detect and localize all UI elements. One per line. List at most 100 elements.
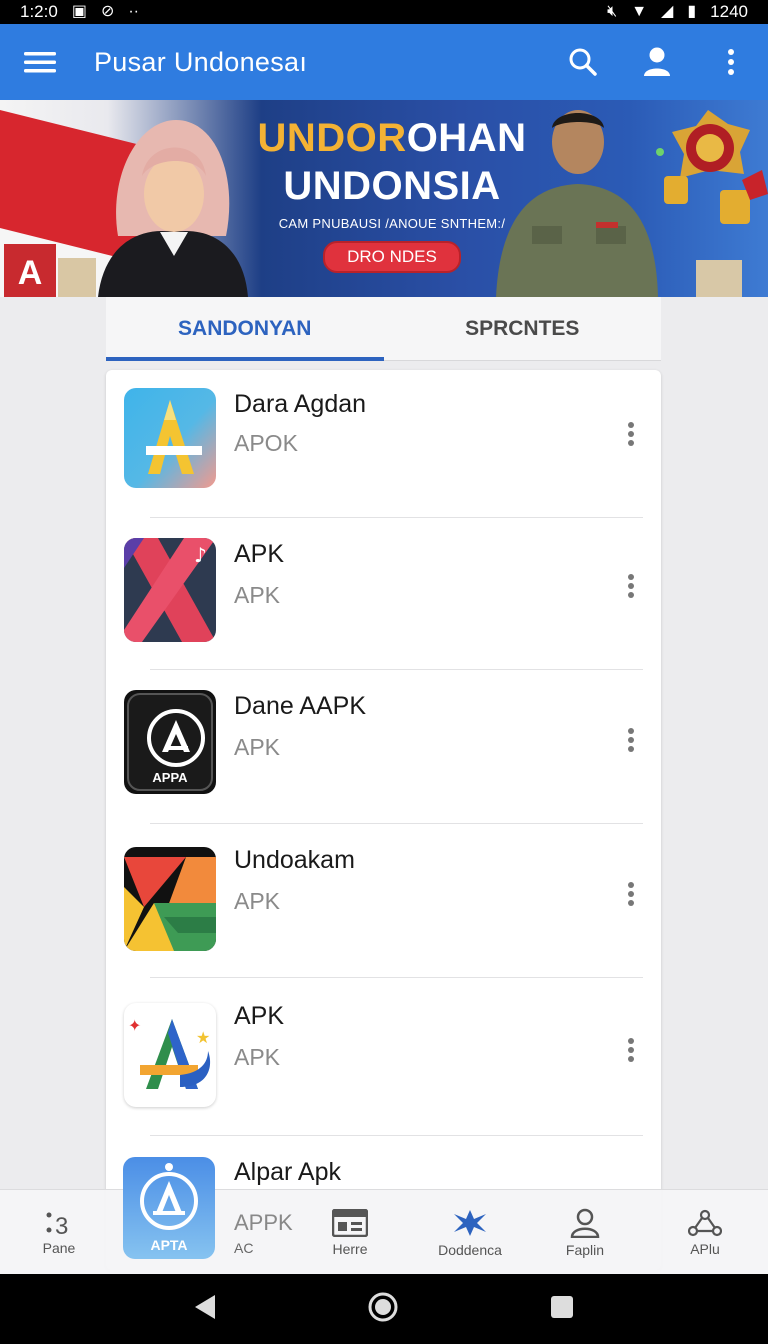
notification-icon: ▣ [71, 3, 87, 20]
divider [150, 517, 643, 518]
promo-banner[interactable]: A UNDOROHAN UNDONSIA CAM PNUBAUSI /ANOUE… [0, 100, 768, 297]
tab-sandonyan[interactable]: SANDONYAN [106, 297, 384, 361]
more-vert-icon [628, 422, 634, 446]
nav-item-pane[interactable]: 3 Pane [0, 1190, 118, 1275]
wifi-icon: ▼ [631, 3, 648, 20]
svg-text:♪: ♪ [194, 543, 207, 567]
app-title: Pusar Undonesaı [94, 46, 308, 77]
nav-item-doddenca[interactable]: Doddenca [410, 1190, 530, 1275]
app-type: APK [234, 888, 281, 914]
app-icon-apk-star: ✦ ★ [124, 1003, 216, 1107]
search-icon [569, 48, 597, 76]
app-icon-apta[interactable]: APTA [123, 1157, 215, 1259]
nav-item-herre[interactable]: Herre [300, 1190, 400, 1275]
overflow-menu-button[interactable] [694, 24, 768, 100]
system-navigation-bar [0, 1274, 768, 1344]
nav-label: Herre [332, 1240, 368, 1257]
list-item[interactable]: ♪ APK APK [106, 520, 661, 670]
app-name: APK [234, 1002, 285, 1030]
nav-top-label: APPK [234, 1209, 293, 1235]
more-vert-icon [628, 574, 634, 598]
divider [150, 1135, 643, 1136]
more-vert-icon [628, 728, 634, 752]
banner-headline-gold: UNDOR [257, 116, 407, 160]
tab-bar: SANDONYAN SPRCNTES [106, 297, 661, 361]
item-more-button[interactable] [614, 566, 648, 606]
svg-text:3: 3 [55, 1213, 68, 1236]
app-type: APK [234, 1044, 281, 1070]
home-icon [368, 1292, 398, 1321]
item-more-button[interactable] [614, 720, 648, 760]
battery-level: 1240 [710, 2, 748, 21]
svg-text:✦: ✦ [128, 1016, 141, 1035]
more-notifications-icon: ·· [128, 3, 139, 20]
status-time: 1:2:0 [20, 2, 58, 21]
more-vert-icon [728, 49, 734, 75]
app-icon-dara-agdan [124, 388, 216, 488]
app-icon-label: APPA [152, 770, 188, 785]
bottom-navigation: 3 Pane APPK AC Herre Doddenca Faplin APl… [0, 1189, 768, 1274]
svg-text:A: A [18, 254, 43, 292]
nav-label: Pane [42, 1239, 76, 1256]
back-icon [195, 1294, 215, 1319]
list-item[interactable]: Undoakam APK [106, 826, 661, 978]
recents-button[interactable] [549, 1294, 575, 1325]
item-more-button[interactable] [614, 414, 648, 454]
id-card-icon [332, 1208, 368, 1237]
dots-icon: 3 [46, 1212, 68, 1236]
more-vert-icon [628, 882, 634, 906]
nav-item-aplu[interactable]: APlu [660, 1190, 750, 1275]
list-item[interactable]: ✦ ★ APK APK [106, 982, 661, 1136]
app-name: APK [234, 540, 285, 568]
battery-icon: ▮ [687, 3, 697, 20]
more-vert-icon [628, 1038, 634, 1062]
app-name: Alpar Apk [234, 1158, 342, 1186]
divider [150, 669, 643, 670]
status-bar: 1:2:0 ▣ ⊘ ·· 🔇︎ ▼ ◢ ▮ 1240 [0, 0, 768, 24]
tab-sprcntes[interactable]: SPRCNTES [384, 297, 662, 360]
nav-item-appk[interactable]: APPK AC [224, 1190, 300, 1275]
star-burst-icon [454, 1209, 486, 1236]
app-name: Undoakam [234, 846, 355, 874]
banner-button[interactable]: DRO NDES [323, 241, 461, 273]
sync-icon: ⊘ [100, 3, 115, 20]
person-icon [570, 1208, 600, 1238]
item-more-button[interactable] [614, 874, 648, 914]
search-button[interactable] [546, 24, 620, 100]
nav-label: APlu [690, 1240, 720, 1257]
signal-icon: ◢ [661, 3, 674, 20]
mute-icon: 🔇︎ [607, 3, 618, 20]
app-list: Dara Agdan APOK ♪ APK APK APPA Dane AAPK… [106, 370, 661, 1270]
nav-label: AC [234, 1239, 254, 1256]
app-type: APK [234, 734, 281, 760]
recents-icon [551, 1295, 573, 1318]
nav-label: Faplin [565, 1241, 605, 1258]
app-type: APOK [234, 430, 298, 456]
back-button[interactable] [193, 1293, 217, 1326]
trophy-illustration [656, 110, 768, 297]
app-name: Dane AAPK [234, 692, 367, 720]
item-more-button[interactable] [614, 1030, 648, 1070]
app-bar: Pusar Undonesaı [0, 24, 768, 100]
app-name: Dara Agdan [234, 390, 367, 418]
officer-illustration [496, 110, 658, 297]
app-type: APK [234, 582, 281, 608]
app-icon-apk-x: ♪ [124, 538, 216, 642]
account-button[interactable] [620, 24, 694, 100]
blocks-illustration: A [4, 244, 96, 297]
menu-button[interactable] [0, 24, 80, 100]
nav-item-faplin[interactable]: Faplin [530, 1190, 640, 1275]
woman-illustration [98, 120, 248, 297]
banner-headline-line2: UNDONSIA [283, 164, 501, 208]
divider [150, 977, 643, 978]
account-icon [644, 47, 670, 76]
list-item[interactable]: APPA Dane AAPK APK [106, 672, 661, 824]
home-button[interactable] [367, 1291, 399, 1328]
list-item[interactable]: Dara Agdan APOK [106, 370, 661, 520]
share-icon [688, 1209, 722, 1236]
app-icon-undoakam [124, 847, 216, 951]
divider [150, 823, 643, 824]
nav-label: Doddenca [438, 1241, 502, 1258]
hamburger-icon [24, 52, 56, 73]
svg-text:★: ★ [196, 1028, 210, 1047]
